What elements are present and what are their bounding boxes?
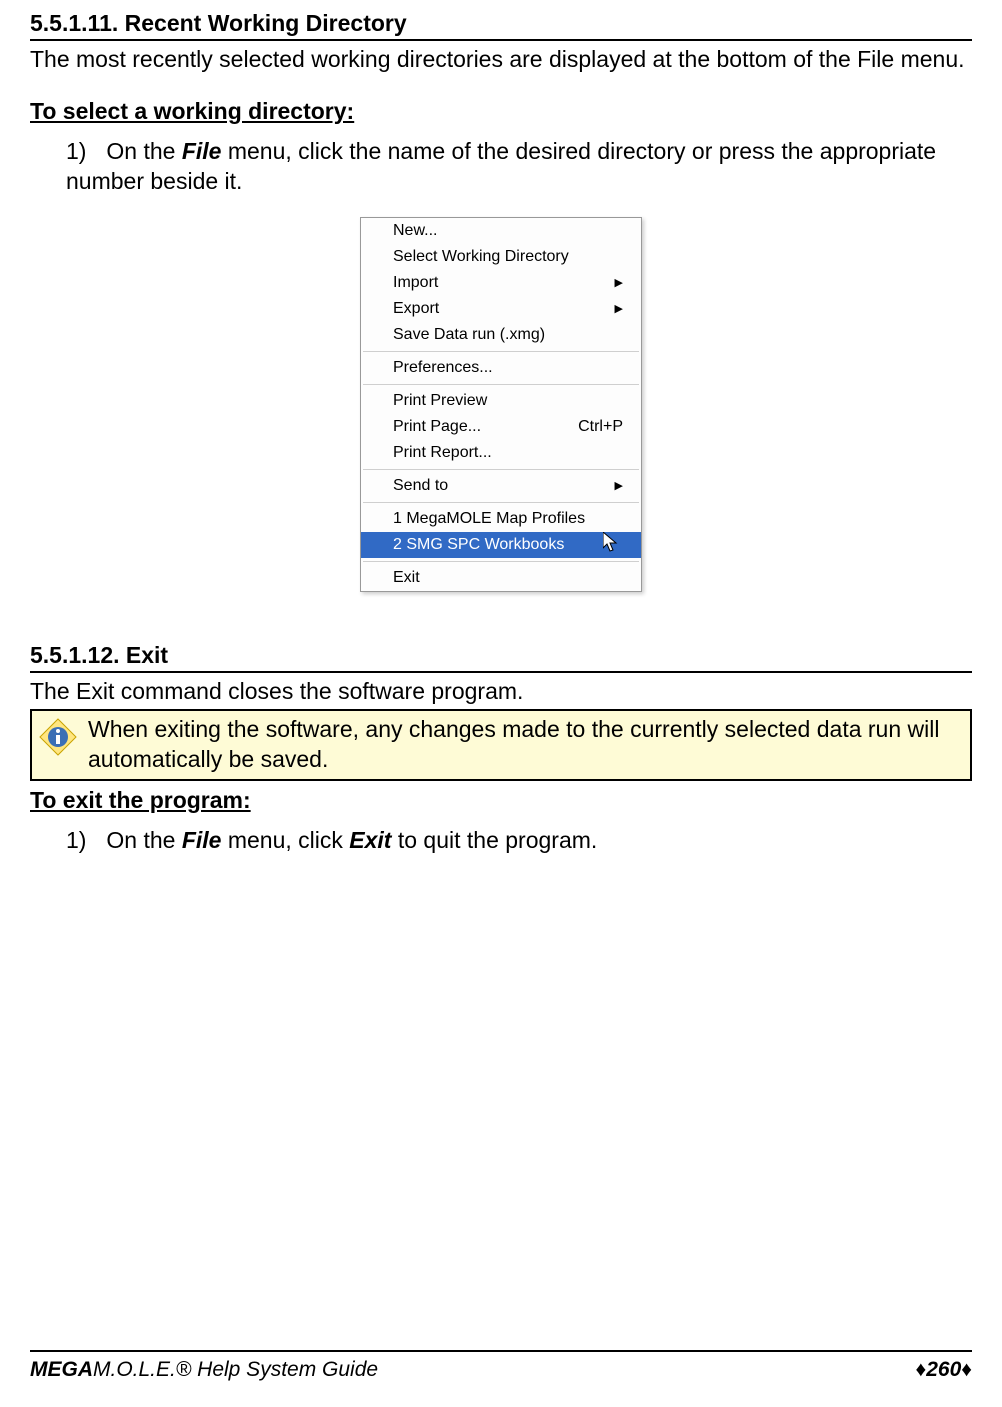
- info-note-box: When exiting the software, any changes m…: [30, 709, 972, 781]
- menu-item[interactable]: Import ▶: [361, 270, 641, 296]
- diamond-icon-left: ♦: [916, 1358, 927, 1381]
- menu-item-label: Export: [393, 300, 439, 318]
- step2-bold-file: File: [182, 827, 222, 853]
- step-number-2: 1): [66, 826, 100, 856]
- menu-item[interactable]: New...: [361, 218, 641, 244]
- section-heading-exit: 5.5.1.12. Exit: [30, 642, 972, 673]
- footer-brand-prefix: MEGA: [30, 1358, 93, 1381]
- diamond-icon-right: ♦: [961, 1358, 972, 1381]
- menu-separator: [363, 502, 639, 503]
- step-text-pre: On the: [106, 138, 181, 164]
- info-icon: [38, 715, 78, 762]
- menu-item-label: New...: [393, 222, 437, 240]
- file-menu: New...Select Working DirectoryImport▶Exp…: [360, 217, 642, 592]
- step2-bold-exit: Exit: [349, 827, 391, 853]
- submenu-arrow-icon: ▶: [615, 276, 623, 289]
- step2-post: to quit the program.: [391, 827, 597, 853]
- step2-mid: menu, click: [221, 827, 349, 853]
- menu-item[interactable]: Exit: [361, 565, 641, 591]
- mouse-cursor-icon: [603, 532, 623, 554]
- menu-item-label: Select Working Directory: [393, 248, 569, 266]
- menu-item-label: Print Report...: [393, 444, 492, 462]
- menu-item[interactable]: Select Working Directory: [361, 244, 641, 270]
- step2-pre: On the: [106, 827, 181, 853]
- menu-separator: [363, 469, 639, 470]
- menu-item[interactable]: Print Page... Ctrl+P: [361, 414, 641, 440]
- menu-item-shortcut: Ctrl+P: [578, 418, 623, 436]
- menu-item-label: Print Preview: [393, 392, 487, 410]
- step-number: 1): [66, 137, 100, 167]
- footer-right: ♦260♦: [916, 1358, 972, 1382]
- menu-item-label: Print Page...: [393, 418, 481, 436]
- menu-item[interactable]: Preferences...: [361, 355, 641, 381]
- menu-item-label: Import: [393, 274, 438, 292]
- menu-item[interactable]: Print Preview: [361, 388, 641, 414]
- section-intro-recent-dir: The most recently selected working direc…: [30, 45, 972, 74]
- page-footer: MEGAM.O.L.E.® Help System Guide ♦260♦: [0, 1352, 1002, 1396]
- menu-item-label: 2 SMG SPC Workbooks: [393, 536, 564, 554]
- section-intro-exit: The Exit command closes the software pro…: [30, 677, 972, 706]
- section-heading-recent-dir: 5.5.1.11. Recent Working Directory: [30, 10, 972, 41]
- step-list-2: 1) On the File menu, click Exit to quit …: [30, 826, 972, 856]
- footer-left: MEGAM.O.L.E.® Help System Guide: [30, 1358, 378, 1382]
- menu-item[interactable]: 2 SMG SPC Workbooks: [361, 532, 641, 558]
- menu-item[interactable]: Save Data run (.xmg): [361, 322, 641, 348]
- step-list-1: 1) On the File menu, click the name of t…: [30, 137, 972, 197]
- info-note-text: When exiting the software, any changes m…: [78, 715, 964, 775]
- footer-brand-rest: M.O.L.E.® Help System Guide: [93, 1358, 378, 1381]
- submenu-arrow-icon: ▶: [615, 302, 623, 315]
- submenu-arrow-icon: ▶: [615, 479, 623, 492]
- menu-item[interactable]: 1 MegaMOLE Map Profiles: [361, 506, 641, 532]
- menu-item-label: Preferences...: [393, 359, 493, 377]
- menu-item[interactable]: Export ▶: [361, 296, 641, 322]
- menu-item[interactable]: Print Report...: [361, 440, 641, 466]
- menu-separator: [363, 561, 639, 562]
- subheading-select-dir: To select a working directory:: [30, 98, 972, 125]
- menu-item-label: 1 MegaMOLE Map Profiles: [393, 510, 585, 528]
- menu-separator: [363, 351, 639, 352]
- menu-item-label: Save Data run (.xmg): [393, 326, 545, 344]
- step-text-bold-file: File: [182, 138, 222, 164]
- menu-separator: [363, 384, 639, 385]
- menu-item-label: Exit: [393, 569, 420, 587]
- menu-item-label: Send to: [393, 477, 448, 495]
- menu-item[interactable]: Send to ▶: [361, 473, 641, 499]
- subheading-exit-program: To exit the program:: [30, 787, 972, 814]
- footer-page-num: 260: [926, 1358, 961, 1381]
